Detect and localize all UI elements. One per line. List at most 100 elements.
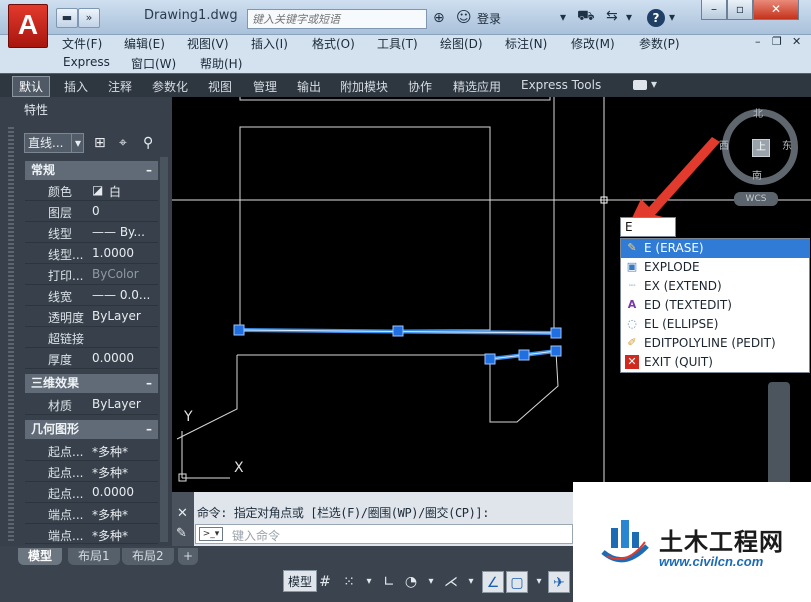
doc-restore-button[interactable]: ❐ bbox=[772, 35, 782, 48]
section-geometry[interactable]: 几何图形 – bbox=[25, 420, 158, 439]
tab-default[interactable]: 默认 bbox=[12, 76, 51, 97]
menu-file[interactable]: 文件(F) bbox=[62, 35, 102, 52]
property-row[interactable]: 线宽 —— 0.0... bbox=[25, 285, 158, 306]
polar-dropdown-icon[interactable]: ▾ bbox=[420, 571, 442, 593]
command-prompt-icon[interactable]: >_▾ bbox=[199, 527, 223, 541]
suggestion-quit[interactable]: ✕ EXIT (QUIT) bbox=[621, 353, 810, 372]
wcs-menu[interactable]: WCS bbox=[734, 192, 778, 206]
menu-edit[interactable]: 编辑(E) bbox=[124, 35, 165, 52]
palette-grip[interactable] bbox=[8, 127, 14, 542]
application-menu-button[interactable]: A bbox=[8, 4, 48, 48]
object-snap-icon[interactable]: ▢ bbox=[506, 571, 528, 593]
menu-format[interactable]: 格式(O) bbox=[312, 35, 355, 52]
property-row[interactable]: 起点... 0.0000 bbox=[25, 482, 158, 503]
menu-modify[interactable]: 修改(M) bbox=[571, 35, 615, 52]
login-dropdown-icon[interactable]: ▾ bbox=[560, 10, 566, 24]
minimize-button[interactable]: – bbox=[701, 0, 727, 20]
exchange-dropdown-icon[interactable]: ▾ bbox=[626, 10, 632, 24]
isodraft-icon[interactable]: ⋌ bbox=[440, 571, 462, 593]
login-link[interactable]: 登录 bbox=[477, 10, 501, 27]
quick-access-folder-icon[interactable]: ▬ bbox=[56, 8, 78, 28]
suggestion-erase[interactable]: ✎ E (ERASE) bbox=[621, 239, 810, 258]
suggestion-explode[interactable]: ▣ EXPLODE bbox=[621, 258, 810, 277]
quick-access-more-icon[interactable]: » bbox=[78, 8, 100, 28]
suggestion-ellipse[interactable]: ◌ EL (ELLIPSE) bbox=[621, 315, 810, 334]
add-layout-icon[interactable]: + bbox=[178, 548, 199, 565]
property-row[interactable]: 颜色 ◪ 白 bbox=[25, 180, 158, 201]
tab-layout2[interactable]: 布局2 bbox=[122, 548, 174, 565]
tab-collaborate[interactable]: 协作 bbox=[408, 78, 432, 95]
compass-north[interactable]: 北 bbox=[753, 105, 763, 120]
suggestion-pedit[interactable]: ✐ EDITPOLYLINE (PEDIT) bbox=[621, 334, 810, 353]
property-row[interactable]: 透明度 ByLayer bbox=[25, 306, 158, 327]
section-3d-effects[interactable]: 三维效果 – bbox=[25, 374, 158, 393]
annotation-scale-icon[interactable]: ✈ bbox=[548, 571, 570, 593]
maximize-button[interactable]: ▫ bbox=[727, 0, 753, 20]
search-input[interactable] bbox=[247, 9, 427, 29]
menu-window[interactable]: 窗口(W) bbox=[131, 55, 176, 72]
property-row[interactable]: 起点... *多种* bbox=[25, 440, 158, 461]
select-objects-icon[interactable]: ⌖ bbox=[119, 135, 127, 151]
menu-tools[interactable]: 工具(T) bbox=[377, 35, 418, 52]
grid-icon[interactable]: # bbox=[314, 571, 336, 593]
ribbon-options-dropdown-icon[interactable]: ▾ bbox=[651, 77, 657, 91]
isodraft-dropdown-icon[interactable]: ▾ bbox=[460, 571, 482, 593]
help-icon[interactable]: ? bbox=[647, 9, 665, 27]
object-snap-tracking-icon[interactable]: ∠ bbox=[482, 571, 504, 593]
dynamic-command-input[interactable]: E bbox=[620, 217, 676, 237]
tab-manage[interactable]: 管理 bbox=[253, 78, 277, 95]
model-space-button[interactable]: 模型 bbox=[283, 570, 318, 592]
navigation-bar[interactable] bbox=[768, 382, 790, 490]
tab-view[interactable]: 视图 bbox=[208, 78, 232, 95]
doc-minimize-button[interactable]: – bbox=[755, 35, 761, 48]
properties-scrollbar[interactable] bbox=[160, 157, 168, 542]
menu-insert[interactable]: 插入(I) bbox=[251, 35, 288, 52]
menu-parametric[interactable]: 参数(P) bbox=[639, 35, 680, 52]
polar-icon[interactable]: ◔ bbox=[400, 571, 422, 593]
tab-output[interactable]: 输出 bbox=[297, 78, 321, 95]
property-row[interactable]: 端点... *多种* bbox=[25, 524, 158, 544]
property-row[interactable]: 图层 0 bbox=[25, 201, 158, 222]
drawing-canvas[interactable]: Y X 上 北 西 东 南 WCS E ✎ E (ERASE) ▣ EXPLOD… bbox=[172, 97, 811, 492]
quick-select-icon[interactable]: ⚲ bbox=[143, 135, 153, 151]
object-snap-dropdown-icon[interactable]: ▾ bbox=[528, 571, 550, 593]
doc-close-button[interactable]: ✕ bbox=[792, 35, 801, 48]
tab-featured-apps[interactable]: 精选应用 bbox=[453, 78, 501, 95]
close-button[interactable]: ✕ bbox=[753, 0, 799, 20]
menu-draw[interactable]: 绘图(D) bbox=[440, 35, 483, 52]
section-general[interactable]: 常规 – bbox=[25, 161, 158, 180]
property-row[interactable]: 厚度 0.0000 bbox=[25, 348, 158, 369]
user-icon[interactable]: ☺ bbox=[456, 8, 472, 26]
compass-west[interactable]: 西 bbox=[719, 137, 729, 152]
binoculars-icon[interactable]: ⊕ bbox=[433, 10, 445, 26]
help-dropdown-icon[interactable]: ▾ bbox=[669, 10, 675, 24]
property-row[interactable]: 材质 ByLayer bbox=[25, 394, 158, 415]
tab-model[interactable]: 模型 bbox=[18, 548, 63, 565]
toggle-pickadd-icon[interactable]: ⊞ bbox=[94, 135, 106, 151]
property-row[interactable]: 线型... 1.0000 bbox=[25, 243, 158, 264]
tab-express-tools[interactable]: Express Tools bbox=[521, 78, 601, 92]
property-row[interactable]: 起点... *多种* bbox=[25, 461, 158, 482]
ribbon-minimize-icon[interactable] bbox=[633, 80, 647, 90]
command-customize-icon[interactable]: ✎ bbox=[176, 526, 187, 541]
command-close-icon[interactable]: ✕ bbox=[177, 506, 188, 521]
tab-annotate[interactable]: 注释 bbox=[108, 78, 132, 95]
property-row[interactable]: 端点... *多种* bbox=[25, 503, 158, 524]
viewcube-top-face[interactable]: 上 bbox=[752, 139, 770, 157]
exchange-icon[interactable]: ⇆ bbox=[606, 8, 618, 24]
tab-layout1[interactable]: 布局1 bbox=[68, 548, 120, 565]
compass-south[interactable]: 南 bbox=[752, 167, 762, 182]
snap-icon[interactable]: ⁙ bbox=[338, 571, 360, 593]
ortho-icon[interactable]: ∟ bbox=[378, 571, 400, 593]
menu-dimension[interactable]: 标注(N) bbox=[505, 35, 547, 52]
object-type-select[interactable]: 直线... ▾ bbox=[24, 133, 84, 153]
menu-express[interactable]: Express bbox=[63, 55, 110, 69]
command-input[interactable]: >_▾ 键入命令 bbox=[195, 524, 573, 544]
menu-view[interactable]: 视图(V) bbox=[187, 35, 229, 52]
command-line-handle[interactable]: ✕ ✎ bbox=[172, 492, 194, 546]
suggestion-textedit[interactable]: A ED (TEXTEDIT) bbox=[621, 296, 810, 315]
tab-addins[interactable]: 附加模块 bbox=[340, 78, 388, 95]
tab-insert[interactable]: 插入 bbox=[64, 78, 88, 95]
menu-help[interactable]: 帮助(H) bbox=[200, 55, 242, 72]
tab-parametric[interactable]: 参数化 bbox=[152, 78, 188, 95]
